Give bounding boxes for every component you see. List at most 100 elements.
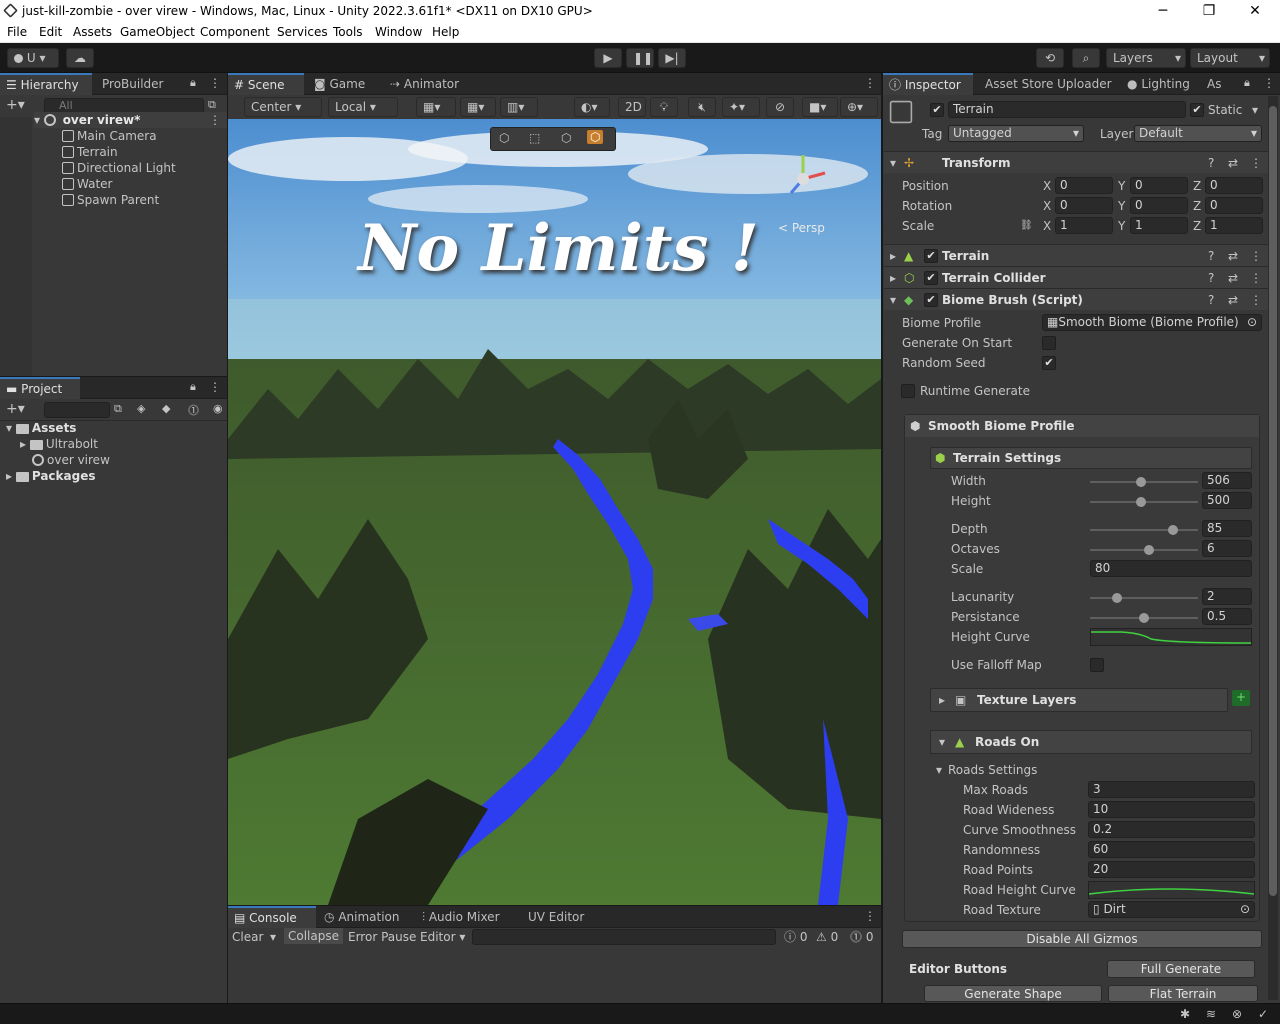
slider[interactable] — [1090, 521, 1198, 537]
snap-increment-button[interactable]: ▦▾ — [460, 97, 496, 117]
audio-toggle[interactable]: 🔇︎ — [688, 97, 716, 117]
lock-icon[interactable]: 🔒︎ — [190, 380, 196, 394]
slider-knob[interactable] — [1168, 525, 1179, 535]
generate-shape-button[interactable]: Generate Shape — [924, 985, 1102, 1002]
tab-probuilder[interactable]: ProBuilder — [96, 73, 169, 95]
hierarchy-item[interactable]: Spawn Parent — [62, 192, 159, 208]
terrain-collider-header[interactable]: ▸ ⬡ ✔ Terrain Collider ? ⇄ ⋮ — [884, 266, 1270, 288]
tab-uv-editor[interactable]: UV Editor — [522, 906, 590, 928]
lock-icon[interactable]: 🔒︎ — [1244, 76, 1250, 90]
slider-value-field[interactable]: 6 — [1202, 540, 1252, 557]
slider[interactable] — [1090, 609, 1198, 625]
warning-count[interactable]: ⚠ 0 — [816, 929, 838, 945]
tab-inspector[interactable]: ⓘ Inspector — [883, 73, 973, 95]
clear-options-icon[interactable]: ▾ — [270, 929, 276, 945]
check-icon[interactable]: ✓ — [1258, 1006, 1268, 1022]
roads-on-header[interactable]: ▾ ▲ Roads On — [930, 730, 1252, 754]
component-enabled-checkbox[interactable]: ✔ — [924, 293, 938, 307]
slider[interactable] — [1090, 589, 1198, 605]
filter-icon[interactable]: ⧉ — [114, 402, 122, 416]
tree-packages[interactable]: ▸ Packages — [6, 468, 96, 484]
road-height-curve-field[interactable] — [1088, 881, 1255, 899]
debug-icon[interactable]: ✱ — [1180, 1006, 1190, 1022]
tag-dropdown[interactable]: Untagged ▾ — [948, 125, 1084, 142]
camera-dropdown[interactable]: ■▾ — [802, 97, 838, 117]
object-mode-icon[interactable]: ⬡ — [587, 130, 604, 144]
add-layer-icon[interactable]: + — [1232, 690, 1250, 706]
object-picker-icon[interactable]: ⊙ — [1240, 902, 1250, 917]
rotation-y-field[interactable]: 0 — [1130, 197, 1188, 214]
slider-value-field[interactable]: 506 — [1202, 472, 1252, 489]
clear-button[interactable]: Clear — [232, 929, 263, 945]
ruler-button[interactable]: ▥▾ — [500, 97, 538, 117]
help-icon[interactable]: ? — [1208, 292, 1214, 308]
flat-terrain-button[interactable]: Flat Terrain — [1108, 985, 1258, 1002]
visibility-toggle[interactable]: ⊘ — [766, 97, 794, 117]
play-button[interactable]: ▶ — [594, 48, 622, 68]
grid-snap-button[interactable]: ▦▾ — [416, 97, 456, 117]
kebab-menu-icon[interactable]: ⋮ — [209, 112, 221, 128]
face-icon[interactable]: ⬚ — [529, 131, 540, 145]
lock-icon[interactable]: 🔒︎ — [190, 76, 196, 90]
position-z-field[interactable]: 0 — [1205, 177, 1263, 194]
road-field-input[interactable]: 10 — [1088, 801, 1255, 818]
full-generate-button[interactable]: Full Generate — [1107, 960, 1255, 978]
cloud-button[interactable]: ☁ — [66, 48, 94, 68]
object-name-field[interactable]: Terrain — [948, 101, 1186, 118]
slider-value-field[interactable]: 500 — [1202, 492, 1252, 509]
biome-brush-header[interactable]: ▾ ◆ ✔ Biome Brush (Script) ? ⇄ ⋮ — [884, 288, 1270, 310]
hierarchy-item[interactable]: Terrain — [62, 144, 118, 160]
texture-layers-header[interactable]: ▸ ▣ Texture Layers — [930, 688, 1228, 712]
tab-hierarchy[interactable]: ☰ Hierarchy — [0, 73, 92, 95]
layout-dropdown[interactable]: Layout ▾ — [1190, 48, 1270, 68]
kebab-menu-icon[interactable]: ⋮ — [1263, 76, 1275, 90]
slider-value-field[interactable]: 85 — [1202, 520, 1252, 537]
add-icon[interactable]: +▾ — [6, 97, 25, 113]
tree-item[interactable]: over virew — [32, 452, 110, 468]
bug-icon[interactable]: ⊗ — [1232, 1006, 1242, 1022]
slider-knob[interactable] — [1139, 613, 1149, 623]
tab-project[interactable]: ▬ Project — [0, 377, 80, 399]
scene-row[interactable]: ▾ over virew* ⋮ — [34, 112, 227, 128]
edge-icon[interactable]: ⬡ — [561, 131, 571, 145]
scene-gizmo[interactable] — [773, 149, 833, 209]
error-count[interactable]: ⓵ 0 — [850, 929, 873, 945]
presets-icon[interactable]: ⇄ — [1228, 155, 1238, 171]
presets-icon[interactable]: ⇄ — [1228, 248, 1238, 264]
random-seed-checkbox[interactable]: ✔ — [1042, 356, 1056, 370]
type-filter-icon[interactable]: ◈ — [137, 402, 145, 415]
rotation-z-field[interactable]: 0 — [1205, 197, 1263, 214]
space-dropdown[interactable]: Local ▾ — [328, 97, 398, 117]
hierarchy-item[interactable]: Water — [62, 176, 112, 192]
console-search-input[interactable] — [472, 929, 776, 945]
projection-label[interactable]: < Persp — [778, 221, 825, 235]
active-checkbox[interactable]: ✔ — [930, 103, 944, 117]
layer-dropdown[interactable]: Default ▾ — [1134, 125, 1262, 142]
height-curve-field[interactable] — [1090, 628, 1252, 646]
slider-knob[interactable] — [1136, 477, 1147, 487]
minimize-button[interactable]: ─ — [1140, 0, 1186, 22]
slider-value-field[interactable]: 0.5 — [1202, 608, 1252, 625]
kebab-menu-icon[interactable]: ⋮ — [864, 909, 876, 923]
kebab-menu-icon[interactable]: ⋮ — [209, 380, 221, 394]
position-y-field[interactable]: 0 — [1130, 177, 1188, 194]
tab-animator[interactable]: ⇢ Animator — [384, 73, 465, 95]
tab-scene[interactable]: # Scene — [228, 73, 304, 95]
transform-header[interactable]: ▾ ✢ Transform ? ⇄ ⋮ — [884, 151, 1270, 173]
kebab-menu-icon[interactable]: ⋮ — [209, 76, 221, 90]
presets-icon[interactable]: ⇄ — [1228, 270, 1238, 286]
rotation-x-field[interactable]: 0 — [1055, 197, 1113, 214]
history-button[interactable]: ⟲ — [1036, 48, 1064, 68]
maximize-button[interactable]: ❐ — [1186, 0, 1232, 22]
menu-tools[interactable]: Tools — [333, 25, 363, 39]
slider[interactable] — [1090, 493, 1198, 509]
road-field-input[interactable]: 0.2 — [1088, 821, 1255, 838]
slider[interactable] — [1090, 541, 1198, 557]
help-icon[interactable]: ? — [1208, 270, 1214, 286]
road-field-input[interactable]: 3 — [1088, 781, 1255, 798]
kebab-menu-icon[interactable]: ⋮ — [1250, 155, 1262, 171]
scrollbar-thumb[interactable] — [1269, 106, 1277, 896]
scale-field[interactable]: 80 — [1090, 560, 1252, 577]
component-enabled-checkbox[interactable]: ✔ — [924, 249, 938, 263]
pause-button[interactable]: ❚❚ — [626, 48, 654, 68]
